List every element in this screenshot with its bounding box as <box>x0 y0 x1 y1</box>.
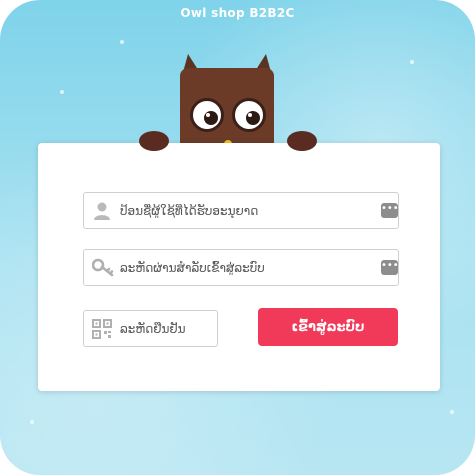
key-icon <box>91 258 114 278</box>
app-title: Owl shop B2B2C <box>180 6 295 20</box>
username-field[interactable]: ••• <box>83 192 399 229</box>
background-speck <box>60 90 64 94</box>
owl-paw-right <box>287 131 317 151</box>
username-input[interactable] <box>120 193 370 228</box>
user-icon <box>92 201 112 221</box>
owl-eye-right <box>232 98 266 132</box>
owl-eye-left <box>190 98 224 132</box>
background-speck <box>30 420 34 424</box>
qr-code-icon <box>92 319 112 339</box>
password-field[interactable]: ••• <box>83 249 399 286</box>
background-speck <box>450 410 454 414</box>
background-speck <box>410 60 414 64</box>
autofill-dots-icon[interactable]: ••• <box>381 260 399 275</box>
owl-paw-left <box>139 131 169 151</box>
owl-mascot <box>180 54 274 150</box>
background-speck <box>120 40 124 44</box>
captcha-field[interactable] <box>83 310 218 347</box>
login-button[interactable]: ເຂົ້າສູ່ລະບົບ <box>258 308 398 346</box>
captcha-input[interactable] <box>120 311 215 346</box>
password-input[interactable] <box>120 250 370 285</box>
autofill-dots-icon[interactable]: ••• <box>381 203 399 218</box>
